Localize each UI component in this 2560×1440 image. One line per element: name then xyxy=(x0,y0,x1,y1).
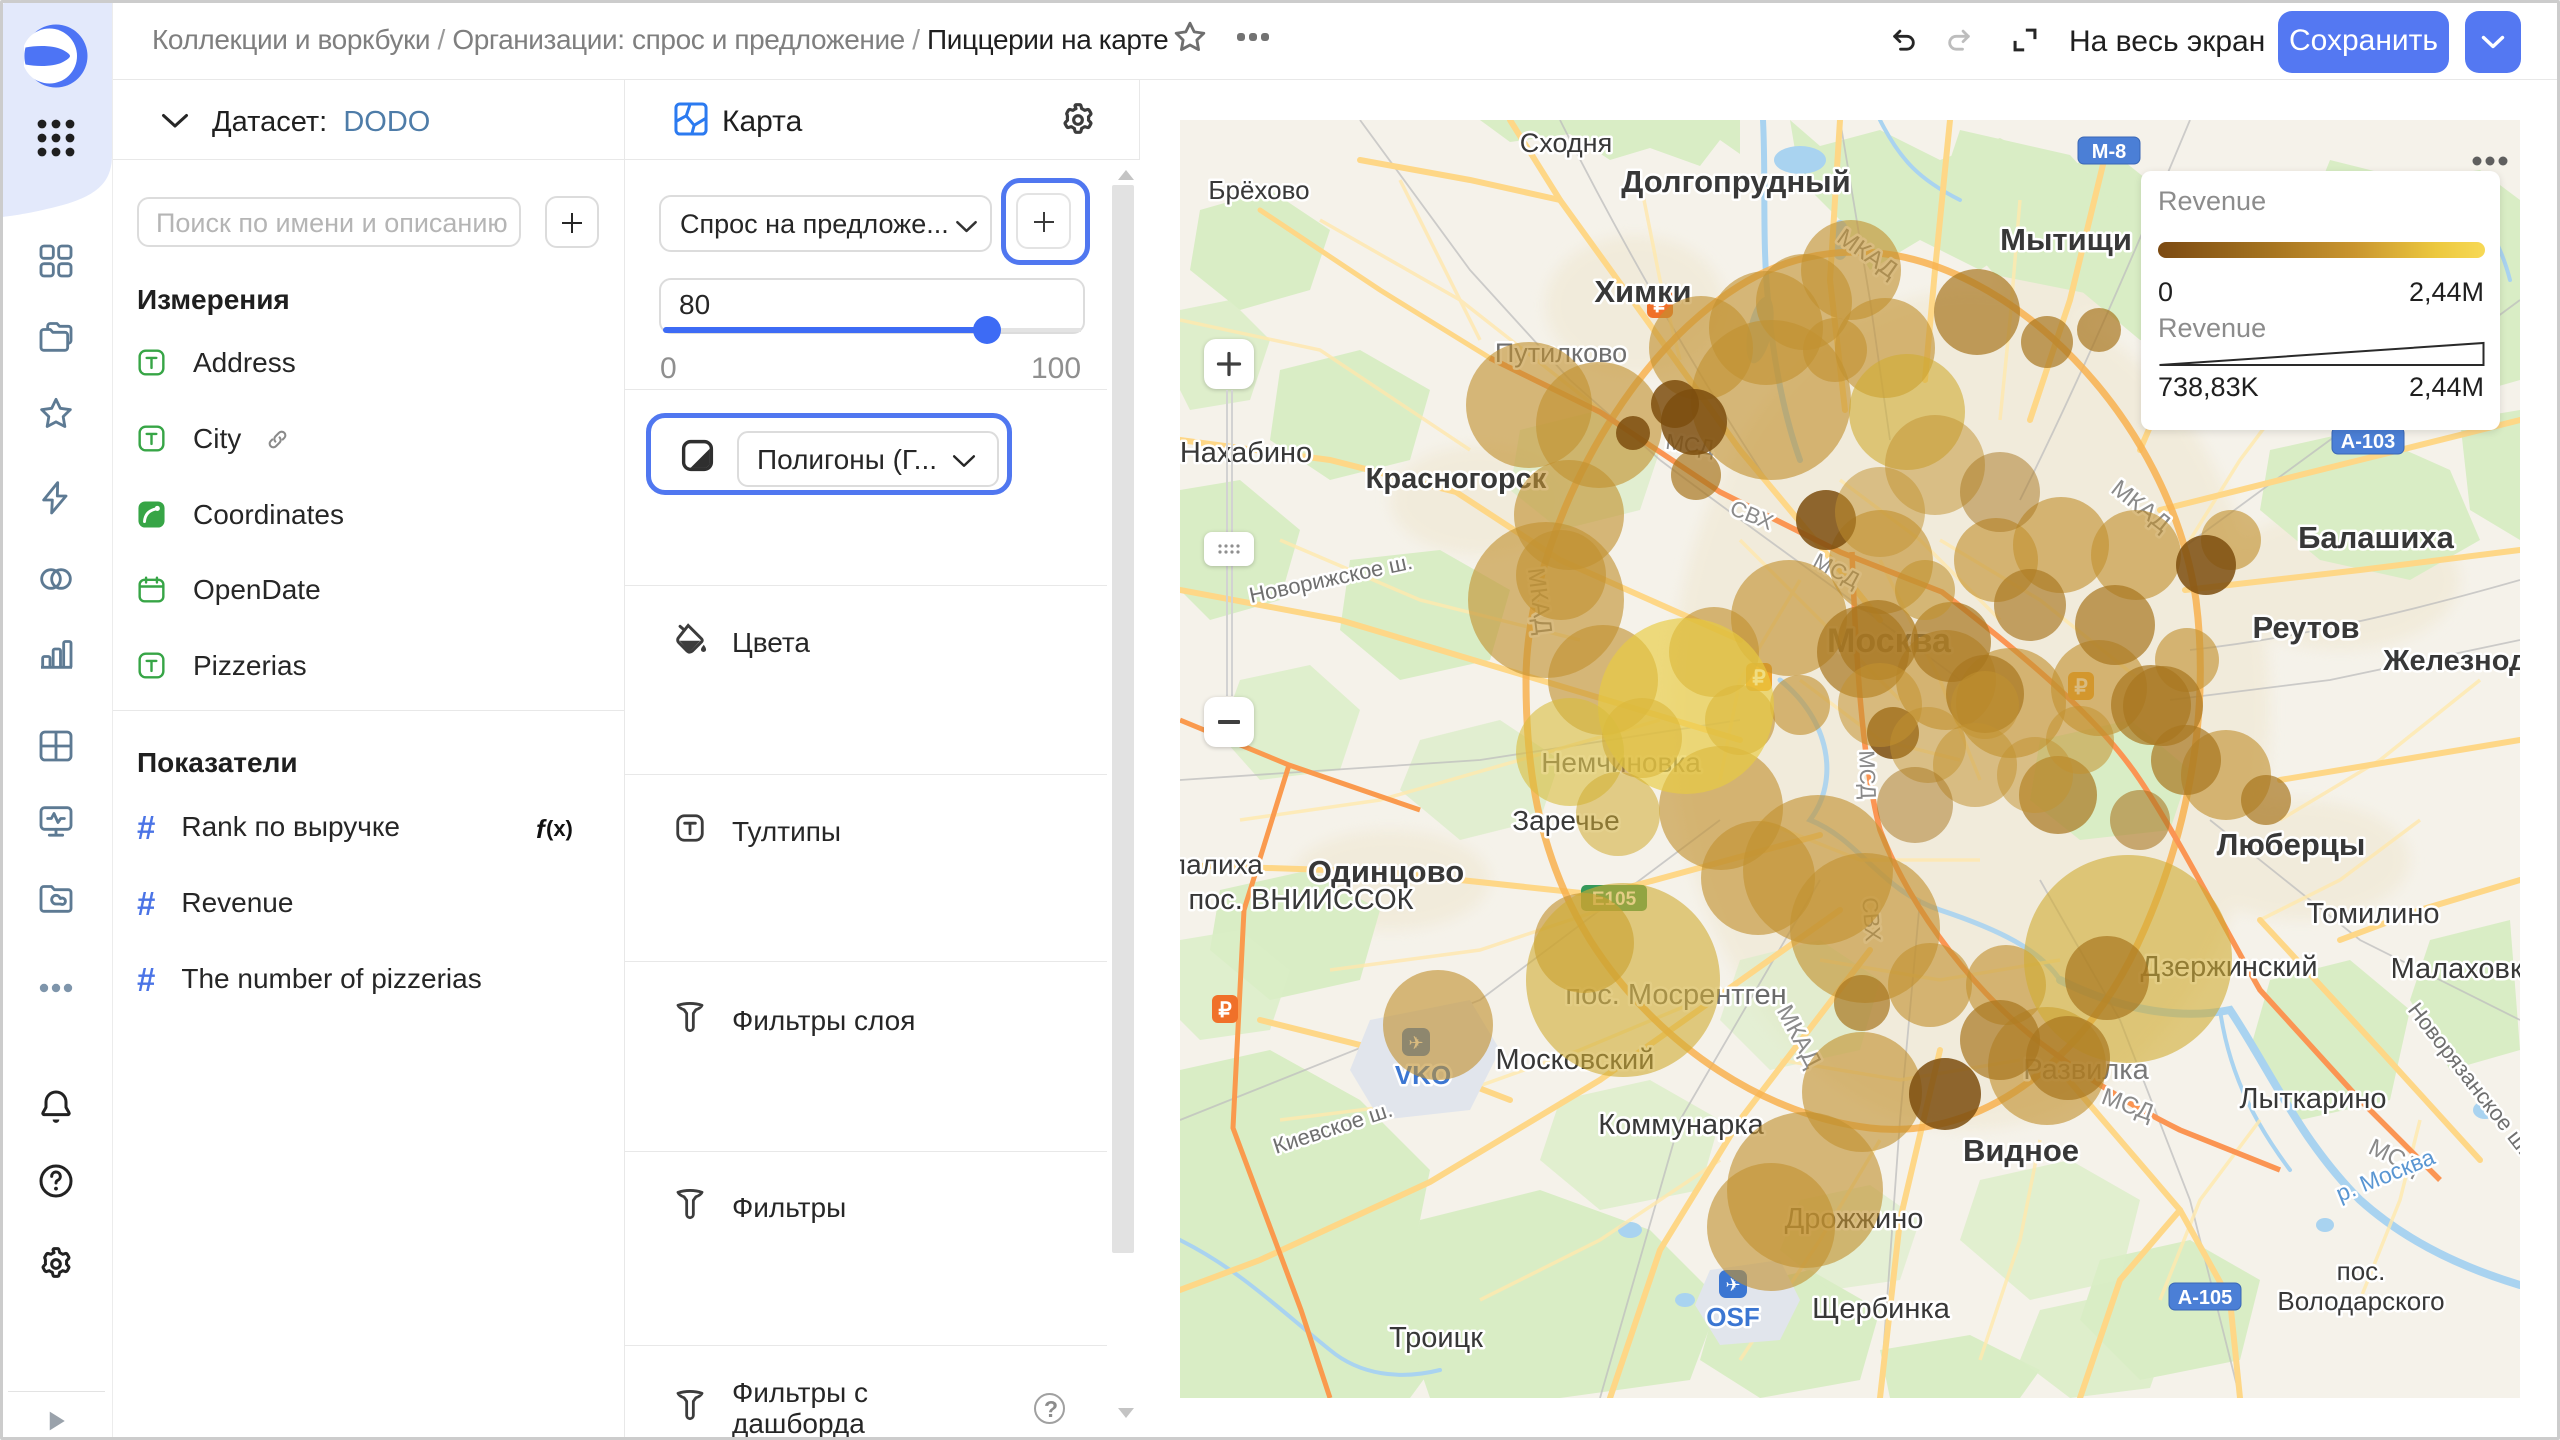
svg-text:Брёхово: Брёхово xyxy=(1208,175,1309,205)
svg-text:Малаховка: Малаховка xyxy=(2391,953,2520,985)
svg-text:А-103: А-103 xyxy=(2341,431,2395,453)
svg-text:Железнодорож: Железнодорож xyxy=(2382,645,2520,677)
svg-text:Щербинка: Щербинка xyxy=(1812,1293,1951,1325)
svg-text:Сходня: Сходня xyxy=(1520,128,1612,158)
svg-text:Красногорск: Красногорск xyxy=(1366,463,1547,495)
svg-text:Долгопрудный: Долгопрудный xyxy=(1621,164,1850,199)
svg-text:Володарского: Володарского xyxy=(2277,1286,2444,1316)
svg-text:Реутов: Реутов xyxy=(2252,610,2359,645)
svg-text:Лыткарино: Лыткарино xyxy=(2239,1083,2386,1115)
svg-text:Видное: Видное xyxy=(1963,1133,2079,1168)
svg-text:OSF: OSF xyxy=(1706,1302,1759,1332)
svg-text:Мытищи: Мытищи xyxy=(2000,222,2132,257)
svg-text:Балашиха: Балашиха xyxy=(2298,520,2455,555)
svg-text:пос.: пос. xyxy=(2337,1256,2386,1286)
svg-text:₽: ₽ xyxy=(1218,999,1232,1022)
svg-text:Опалиха: Опалиха xyxy=(1180,849,1263,880)
svg-text:А-105: А-105 xyxy=(2178,1287,2232,1309)
svg-text:Троицк: Троицк xyxy=(1389,1322,1483,1354)
svg-text:Коммунарка: Коммунарка xyxy=(1598,1109,1764,1141)
svg-text:МСД: МСД xyxy=(1854,750,1881,800)
svg-text:пос. ВНИИССОК: пос. ВНИИССОК xyxy=(1188,884,1413,916)
svg-text:Томилино: Томилино xyxy=(2307,898,2440,930)
svg-text:М-8: М-8 xyxy=(2092,141,2126,163)
svg-text:Люберцы: Люберцы xyxy=(2217,827,2366,862)
svg-text:Нахабино: Нахабино xyxy=(1180,437,1312,469)
